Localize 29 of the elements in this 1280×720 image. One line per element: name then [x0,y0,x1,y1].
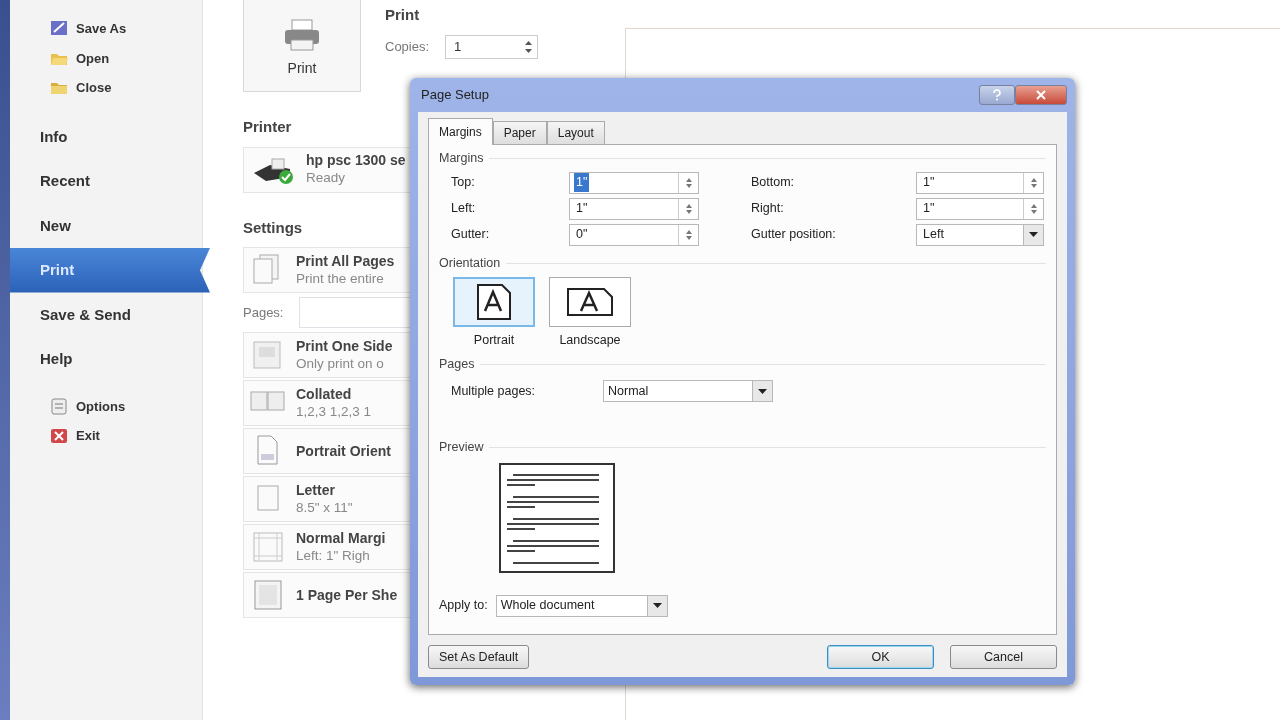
field-label: Top: [451,174,476,192]
orientation-label: Landscape [559,331,621,349]
field-label: Gutter: [451,226,491,244]
pages-label: Pages: [243,303,284,322]
option-title: Letter [296,481,336,499]
option-title: Portrait Orient [296,442,391,460]
option-subtitle: Only print on o [296,354,385,373]
section-heading: Settings [243,217,303,238]
field-label: Left: [451,200,477,218]
option-title: Normal Margi [296,529,386,547]
option-title: 1 Page Per She [296,586,398,604]
field-label: Bottom: [751,174,796,192]
section-heading: Printer [243,117,292,137]
orientation-label: Portrait [473,331,515,349]
copies-label: Copies: [385,37,430,56]
field-label: Gutter position: [751,226,837,244]
option-subtitle: Print the entire [296,269,385,288]
printer-name: hp psc 1300 se [306,152,406,170]
field-label: Multiple pages: [451,382,537,400]
option-subtitle: 8.5" x 11" [296,498,353,517]
option-subtitle: Left: 1" Righ [296,546,371,565]
printer-status: Ready [306,169,347,187]
option-title: Print All Pages [296,252,395,270]
option-title: Collated [296,385,353,403]
option-title: Print One Side [296,337,393,355]
option-subtitle: 1,2,3 1,2,3 1 [296,402,372,421]
dialog-title: Page Setup [421,86,489,105]
field-label: Right: [751,200,785,218]
section-heading: Print [385,5,420,25]
